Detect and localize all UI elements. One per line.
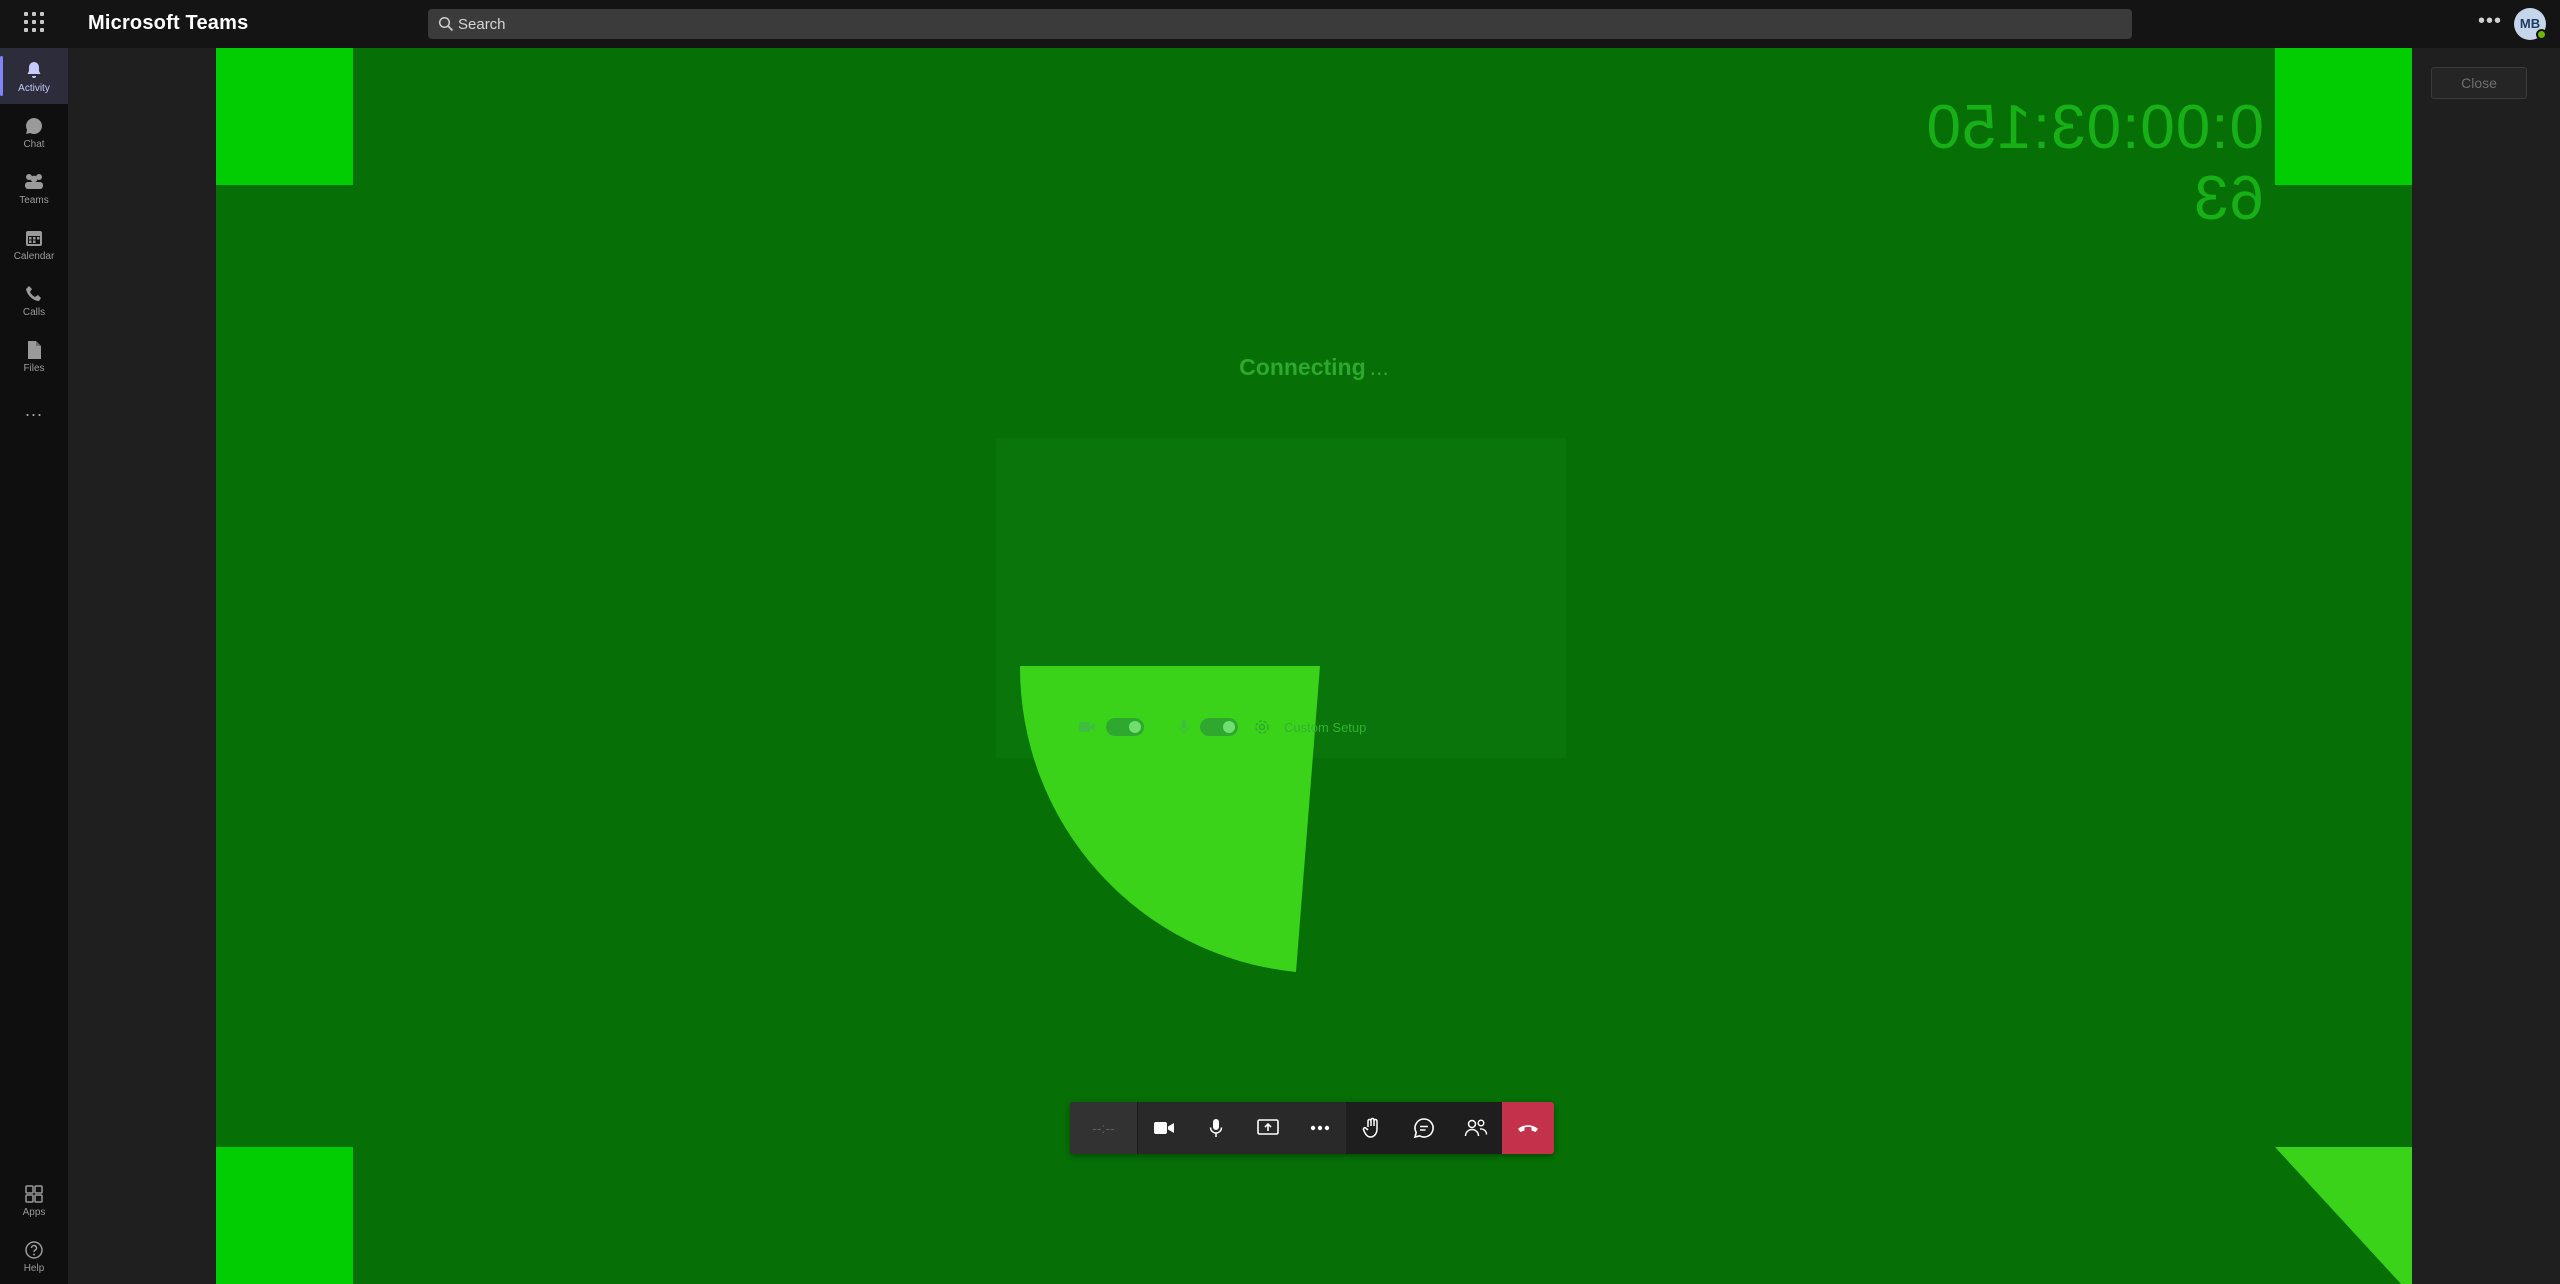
rail-label-help: Help (23, 1262, 45, 1274)
more-actions-button[interactable] (1294, 1102, 1346, 1154)
corner-marker-bottom-left (216, 1147, 353, 1284)
search-placeholder: Search (458, 16, 506, 33)
hang-up-button[interactable] (1502, 1102, 1554, 1154)
hang-up-icon (1518, 1125, 1538, 1132)
apps-icon (23, 1183, 45, 1205)
teams-icon (23, 171, 45, 193)
settings-gear-icon (1255, 720, 1269, 734)
phone-icon (23, 283, 45, 305)
share-screen-button[interactable] (1242, 1102, 1294, 1154)
meeting-stage: 0:00:03:150 63 Connecting... Custom Setu… (216, 48, 2412, 1284)
call-control-bar: --:-- (1070, 1102, 1554, 1154)
connecting-text: Connecting (1239, 354, 1366, 380)
right-pane (2412, 48, 2560, 1284)
help-icon (23, 1239, 45, 1261)
app-rail: Activity Chat Teams Calendar Calls Files… (0, 48, 68, 1284)
camera-icon (1079, 722, 1095, 732)
call-duration: --:-- (1070, 1102, 1138, 1154)
raise-hand-icon (1362, 1117, 1378, 1138)
chat-bubble-icon (1413, 1118, 1434, 1139)
rail-item-activity[interactable]: Activity (0, 48, 68, 104)
preview-controls: Custom Setup (1078, 714, 1366, 740)
rail-item-chat[interactable]: Chat (0, 104, 68, 160)
rail-item-help[interactable]: Help (0, 1228, 68, 1284)
top-bar: Microsoft Teams Search ••• MB (0, 0, 2560, 48)
chat-button[interactable] (1398, 1102, 1450, 1154)
rail-label-calls: Calls (22, 306, 46, 318)
left-pane (68, 48, 216, 1284)
corner-marker-top-left (216, 48, 353, 185)
connecting-status: Connecting... (216, 354, 2412, 381)
rail-item-calendar[interactable]: Calendar (0, 216, 68, 272)
chat-icon (23, 115, 45, 137)
presence-status-icon (2536, 29, 2547, 40)
corner-marker-top-right (2275, 48, 2412, 185)
mute-button[interactable] (1190, 1102, 1242, 1154)
microphone-icon (1178, 720, 1190, 734)
connecting-dots: ... (1369, 354, 1389, 380)
search-input[interactable]: Search (428, 9, 2132, 39)
share-screen-icon (1257, 1119, 1279, 1135)
rail-item-teams[interactable]: Teams (0, 160, 68, 216)
app-title: Microsoft Teams (88, 12, 249, 34)
custom-setup-link[interactable]: Custom Setup (1284, 720, 1366, 735)
corner-marker-bottom-right (2275, 1147, 2412, 1284)
raise-hand-button[interactable] (1346, 1102, 1398, 1154)
bell-icon (23, 59, 45, 81)
more-options-icon[interactable]: ••• (2478, 10, 2502, 33)
search-icon (438, 16, 454, 32)
rail-label-apps: Apps (22, 1206, 46, 1218)
participants-icon (1464, 1119, 1488, 1137)
ellipsis-icon (1310, 1125, 1330, 1131)
calendar-icon (23, 227, 45, 249)
microphone-icon (1209, 1119, 1223, 1137)
video-camera-icon (1154, 1122, 1174, 1134)
rail-item-apps[interactable]: Apps (0, 1172, 68, 1228)
participants-button[interactable] (1450, 1102, 1502, 1154)
close-button[interactable]: Close (2431, 67, 2527, 99)
more-apps-icon[interactable]: ... (0, 400, 68, 421)
mirrored-timer: 0:00:03:150 63 (1925, 93, 2264, 233)
app-launcher-icon[interactable] (24, 12, 44, 32)
rail-item-calls[interactable]: Calls (0, 272, 68, 328)
rail-label-teams: Teams (19, 194, 49, 206)
file-icon (23, 339, 45, 361)
microphone-toggle[interactable] (1200, 718, 1238, 736)
camera-button[interactable] (1138, 1102, 1190, 1154)
camera-toggle[interactable] (1106, 718, 1144, 736)
rail-label-files: Files (23, 362, 45, 374)
rail-label-activity: Activity (18, 82, 50, 94)
rail-label-chat: Chat (23, 138, 45, 150)
rail-item-files[interactable]: Files (0, 328, 68, 384)
rail-label-calendar: Calendar (13, 250, 55, 262)
